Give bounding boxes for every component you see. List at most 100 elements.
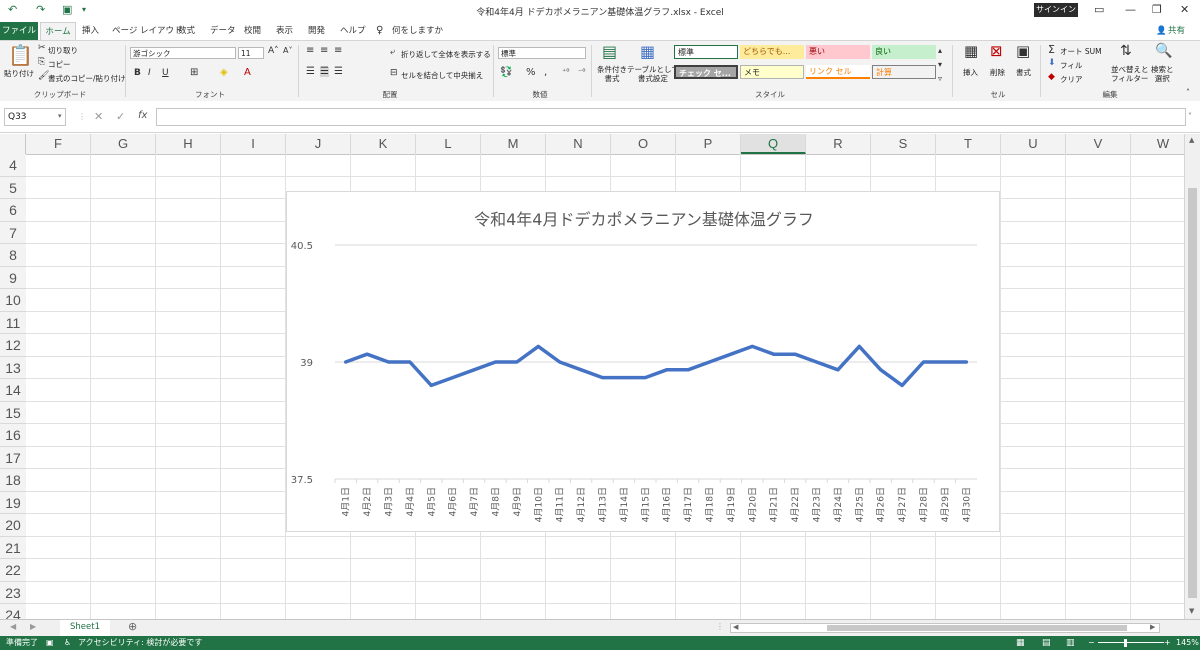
column-header-v[interactable]: V (1066, 134, 1131, 154)
data-point[interactable] (815, 360, 818, 364)
zoom-slider[interactable] (1098, 642, 1164, 643)
data-point[interactable] (857, 344, 861, 348)
clear-button[interactable]: クリア (1060, 74, 1083, 85)
italic-icon[interactable]: I (148, 69, 151, 78)
column-header-j[interactable]: J (286, 134, 351, 154)
minimize-icon[interactable]: — (1125, 3, 1136, 16)
column-header-g[interactable]: G (91, 134, 156, 154)
cancel-icon[interactable]: ✕ (94, 111, 103, 122)
data-point[interactable] (365, 352, 369, 356)
tab-developer[interactable]: 開発 (308, 22, 325, 40)
tab-page-layout[interactable]: ページ レイアウト (112, 22, 183, 40)
wrap-text-button[interactable]: 折り返して全体を表示する (401, 49, 491, 60)
fill-button[interactable]: フィル (1060, 60, 1082, 71)
data-point[interactable] (558, 360, 562, 364)
data-point[interactable] (515, 360, 519, 364)
fill-icon[interactable]: ⬇ (1048, 59, 1056, 68)
paste-icon[interactable]: 📋 (8, 45, 33, 65)
vertical-scrollbar[interactable]: ▲ ▼ (1184, 134, 1200, 619)
tab-data[interactable]: データ (210, 22, 236, 40)
data-point[interactable] (643, 376, 647, 380)
row-header-20[interactable]: 20 (0, 514, 26, 537)
name-box[interactable]: Q33 (4, 108, 66, 126)
underline-icon[interactable]: U (162, 69, 169, 78)
tab-formulas[interactable]: 数式 (178, 22, 195, 40)
tab-help[interactable]: ヘルプ (340, 22, 366, 40)
zoom-level[interactable]: 145% (1176, 636, 1199, 650)
format-cells-icon[interactable]: ▣ (1016, 44, 1030, 59)
worksheet-grid[interactable]: FGHIJKLMNOPQRSTUVW 4 5 6 7 8 9 10 11 12 13 14 15 16 1… (0, 134, 1184, 619)
data-point[interactable] (472, 368, 476, 372)
sort-filter-icon[interactable]: ⇅ (1120, 44, 1132, 58)
row-header-13[interactable]: 13 (0, 356, 26, 379)
row-header-8[interactable]: 8 (0, 244, 26, 267)
row-header-16[interactable]: 16 (0, 424, 26, 447)
data-point[interactable] (964, 360, 968, 364)
column-header-h[interactable]: H (156, 134, 221, 154)
column-header-q[interactable]: Q (741, 134, 806, 154)
chart[interactable]: 令和4年4月ドデカポメラニアン基礎体温グラフ 40.5 39 37.5 4月1日 4月2… (286, 191, 1000, 532)
insert-cells-icon[interactable]: ▦ (964, 44, 978, 59)
series-line[interactable] (343, 344, 969, 388)
share-icon[interactable]: 👤 (1156, 22, 1167, 40)
column-header-k[interactable]: K (351, 134, 416, 154)
row-header-17[interactable]: 17 (0, 446, 26, 469)
style-neutral[interactable]: どちらでも... (740, 45, 804, 59)
column-header-o[interactable]: O (611, 134, 676, 154)
style-normal[interactable]: 標準 (674, 45, 738, 59)
align-center-icon[interactable]: ☰ (320, 67, 329, 77)
styles-more-icon[interactable]: ▿ (938, 75, 942, 83)
fill-color-icon[interactable]: ◈ (220, 68, 228, 78)
zoom-out-icon[interactable]: − (1088, 636, 1095, 650)
find-select-icon[interactable]: 🔍 (1155, 44, 1172, 58)
autosum-icon[interactable]: Σ (1048, 44, 1055, 55)
data-point[interactable] (836, 368, 840, 372)
row-header-5[interactable]: 5 (0, 176, 26, 199)
macro-record-icon[interactable]: ▣ (46, 636, 54, 650)
enter-icon[interactable]: ✓ (116, 111, 125, 122)
conditional-format-icon[interactable]: ▤ (602, 44, 617, 60)
style-calculation[interactable]: 計算 (872, 65, 936, 79)
comma-icon[interactable]: , (544, 68, 547, 78)
data-point[interactable] (750, 344, 754, 348)
column-header-u[interactable]: U (1001, 134, 1066, 154)
data-point[interactable] (729, 352, 733, 356)
align-bottom-icon[interactable]: ≡ (334, 46, 342, 56)
align-right-icon[interactable]: ☰ (334, 67, 343, 77)
data-point[interactable] (408, 360, 412, 364)
tell-me-search[interactable]: 何をしますか (392, 22, 443, 40)
row-header-21[interactable]: 21 (0, 536, 26, 559)
data-point[interactable] (879, 368, 883, 372)
row-header-22[interactable]: 22 (0, 559, 26, 582)
align-middle-icon[interactable]: ≡ (320, 46, 328, 56)
delete-cells-button[interactable]: 削除 (990, 67, 1005, 78)
data-point[interactable] (344, 360, 348, 364)
decrease-decimal-icon[interactable]: ⁻⁰ (578, 68, 585, 76)
scroll-right-icon[interactable]: ▶ (1150, 624, 1155, 631)
row-header-7[interactable]: 7 (0, 221, 26, 244)
column-header-n[interactable]: N (546, 134, 611, 154)
row-header-12[interactable]: 12 (0, 334, 26, 357)
data-point[interactable] (922, 360, 925, 364)
restore-icon[interactable]: ❐ (1152, 3, 1162, 16)
find-select-button[interactable]: 検索と 選択 (1151, 65, 1174, 83)
data-point[interactable] (772, 352, 776, 356)
align-top-icon[interactable]: ≡ (306, 46, 314, 56)
data-point[interactable] (494, 360, 497, 364)
paste-button[interactable]: 貼り付け (4, 68, 34, 79)
style-linked-cell[interactable]: リンク セル (806, 65, 870, 79)
insert-function-icon[interactable]: fx (138, 111, 147, 121)
column-header-s[interactable]: S (871, 134, 936, 154)
column-header-p[interactable]: P (676, 134, 741, 154)
data-point[interactable] (943, 360, 947, 364)
normal-view-icon[interactable]: ▦ (1016, 636, 1025, 650)
style-note[interactable]: メモ (740, 65, 804, 79)
row-header-24[interactable]: 24 (0, 604, 26, 619)
cut-button[interactable]: 切り取り (48, 45, 78, 56)
scroll-up-icon[interactable]: ▲ (1189, 137, 1194, 144)
vertical-scroll-thumb[interactable] (1188, 188, 1197, 598)
horizontal-scroll-thumb[interactable] (827, 625, 1127, 631)
data-point[interactable] (622, 376, 626, 380)
styles-scroll-down-icon[interactable]: ▾ (938, 61, 942, 69)
data-point[interactable] (429, 383, 433, 387)
